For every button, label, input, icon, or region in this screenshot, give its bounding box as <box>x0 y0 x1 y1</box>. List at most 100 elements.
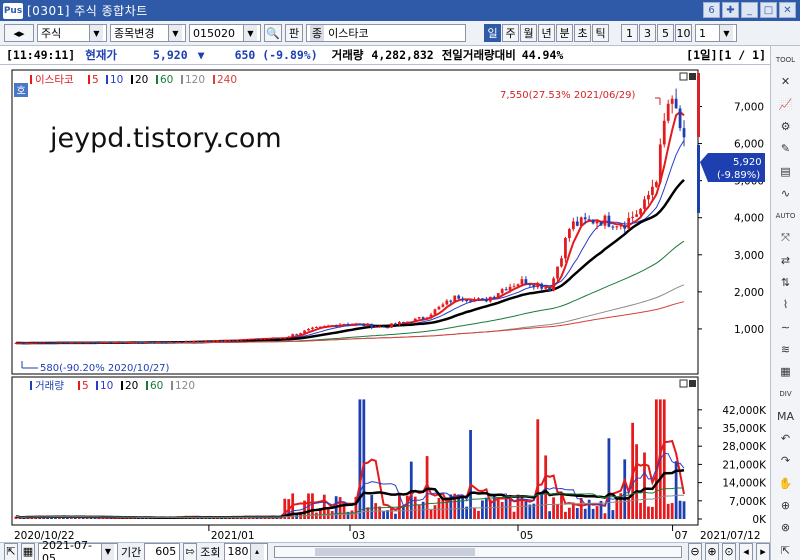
sidebar-tool-13-icon[interactable]: ≋ <box>775 340 797 359</box>
sidebar-tool-0-icon[interactable]: TOOL <box>775 50 797 69</box>
period-tab-3[interactable]: 년 <box>538 24 555 42</box>
sidebar-tool-8-icon[interactable]: ⤧ <box>775 228 797 247</box>
sidebar-tool-5-icon[interactable]: ▤ <box>775 161 797 180</box>
scrollbar-thumb[interactable] <box>314 547 475 556</box>
volume-bar <box>512 511 516 519</box>
candle-body <box>69 342 73 344</box>
scroll-right-icon[interactable]: ▸ <box>756 542 770 560</box>
candle-body <box>30 342 34 344</box>
candle-body <box>568 229 571 239</box>
sidebar-tool-15-icon[interactable]: DIV <box>775 384 797 403</box>
hoga-badge[interactable]: 호 <box>17 85 26 97</box>
interval-button-3[interactable]: 10 <box>675 24 692 42</box>
period-tab-1[interactable]: 주 <box>502 24 519 42</box>
sidebar-tool-11-icon[interactable]: ⌇ <box>775 295 797 314</box>
sidebar-tool-20-icon[interactable]: ⊕ <box>775 496 797 515</box>
zoom-reset-icon[interactable]: ⊙ <box>722 542 736 560</box>
volume-bar <box>607 438 611 519</box>
date-input[interactable]: 2021-07-05 ▼ <box>38 539 118 560</box>
volume-bar <box>568 507 571 519</box>
candle-body <box>532 284 536 288</box>
search-icon[interactable]: 🔍 <box>264 24 282 42</box>
sidebar-tool-7-icon[interactable]: AUTO <box>775 206 797 225</box>
chevron-down-icon[interactable]: ▼ <box>101 543 114 560</box>
candle-body <box>433 309 437 315</box>
interval-button-1[interactable]: 3 <box>639 24 656 42</box>
navigation-arrows-button[interactable]: ◂▸ <box>4 24 34 42</box>
price-ma-swatch <box>156 75 158 84</box>
candle-body <box>46 342 49 344</box>
volume-bar <box>433 505 437 519</box>
sidebar-tool-4-icon[interactable]: ✎ <box>775 139 797 158</box>
sidebar-tool-14-icon[interactable]: ▦ <box>775 362 797 381</box>
scroll-left-icon[interactable]: ◂ <box>739 542 753 560</box>
stock-name-field[interactable]: 종 이스타코 <box>306 24 466 42</box>
volume-bar <box>666 503 670 519</box>
candle-body <box>631 216 635 218</box>
period-tab-4[interactable]: 분 <box>556 24 573 42</box>
sidebar-tool-19-icon[interactable]: ✋ <box>775 474 797 493</box>
chevron-down-icon[interactable]: ▴ <box>249 543 264 560</box>
stock-code-input[interactable]: 015020 ▼ <box>189 24 261 42</box>
page-number-button[interactable]: 6 <box>703 2 720 18</box>
volume-label: 거래량 <box>331 48 364 62</box>
maximize-button[interactable]: □ <box>760 2 777 18</box>
candle-body <box>611 226 615 228</box>
volume-bar <box>591 508 595 519</box>
panel-close-icon[interactable] <box>689 73 696 80</box>
sidebar-tool-2-icon[interactable]: 📈 <box>775 95 797 114</box>
zoom-out-icon[interactable]: ⊖ <box>688 542 702 560</box>
mode-select[interactable]: 종목변경 ▼ <box>110 24 186 42</box>
candle-body <box>133 342 136 344</box>
chevron-down-icon[interactable]: ▼ <box>719 25 733 41</box>
horizontal-scrollbar[interactable] <box>273 545 682 558</box>
pin-icon[interactable]: ✚ <box>722 2 739 18</box>
pan-button[interactable]: 판 <box>285 24 303 42</box>
query-icon[interactable]: ⇰ <box>183 542 198 560</box>
calendar-icon[interactable]: ▦ <box>21 542 35 560</box>
sidebar-tool-22-icon[interactable]: ⇱ <box>775 541 797 560</box>
minimize-button[interactable]: _ <box>741 2 758 18</box>
sidebar-tool-9-icon[interactable]: ⇄ <box>775 251 797 270</box>
candle-body <box>382 326 385 328</box>
candle-body <box>623 225 627 229</box>
sidebar-tool-6-icon[interactable]: ∿ <box>775 184 797 203</box>
volume-ma-label: 10 <box>100 380 113 392</box>
sidebar-tool-18-icon[interactable]: ↷ <box>775 451 797 470</box>
chart-canvas[interactable]: 이스타코 5 10 20 60 120 240 호 jeypd.tistory.com 7… <box>0 65 770 545</box>
candle-body <box>62 342 65 344</box>
period-tab-6[interactable]: 틱 <box>592 24 609 42</box>
market-select[interactable]: 주식 ▼ <box>37 24 107 42</box>
period-tab-0[interactable]: 일 <box>484 24 501 42</box>
chart-area[interactable]: 이스타코 5 10 20 60 120 240 호 jeypd.tistory.com 7… <box>0 65 770 545</box>
panel-close-icon[interactable] <box>689 380 696 387</box>
sidebar-tool-16-icon[interactable]: MA <box>775 407 797 426</box>
period-tab-5[interactable]: 초 <box>574 24 591 42</box>
price-tick-label: 1,000 <box>734 324 764 336</box>
period-input[interactable]: 605 <box>144 542 181 560</box>
close-button[interactable]: ✕ <box>779 2 796 18</box>
sidebar-tool-12-icon[interactable]: ∼ <box>775 318 797 337</box>
zoom-in-icon[interactable]: ⊕ <box>705 542 719 560</box>
chevron-down-icon[interactable]: ▼ <box>243 25 257 41</box>
interval-input[interactable]: 1 ▼ <box>695 24 737 42</box>
candle-body <box>488 296 492 302</box>
chevron-down-icon[interactable]: ▼ <box>89 25 103 41</box>
sidebar-tool-21-icon[interactable]: ⊗ <box>775 518 797 537</box>
sidebar-tool-1-icon[interactable]: ✕ <box>775 72 797 91</box>
interval-button-2[interactable]: 5 <box>657 24 674 42</box>
sidebar-tool-3-icon[interactable]: ⚙ <box>775 117 797 136</box>
candle-body <box>101 342 105 344</box>
interval-button-0[interactable]: 1 <box>621 24 638 42</box>
candle-body <box>81 342 85 344</box>
sidebar-tool-17-icon[interactable]: ↶ <box>775 429 797 448</box>
sidebar-tool-10-icon[interactable]: ⇅ <box>775 273 797 292</box>
candle-body <box>595 221 599 224</box>
chevron-down-icon[interactable]: ▼ <box>168 25 182 41</box>
volume-bar <box>552 497 555 519</box>
candle-body <box>682 128 686 138</box>
query-input[interactable]: 180 ▴ <box>223 542 268 560</box>
candle-body <box>255 338 259 340</box>
period-tab-2[interactable]: 월 <box>520 24 537 42</box>
expand-left-icon[interactable]: ⇱ <box>4 542 18 560</box>
